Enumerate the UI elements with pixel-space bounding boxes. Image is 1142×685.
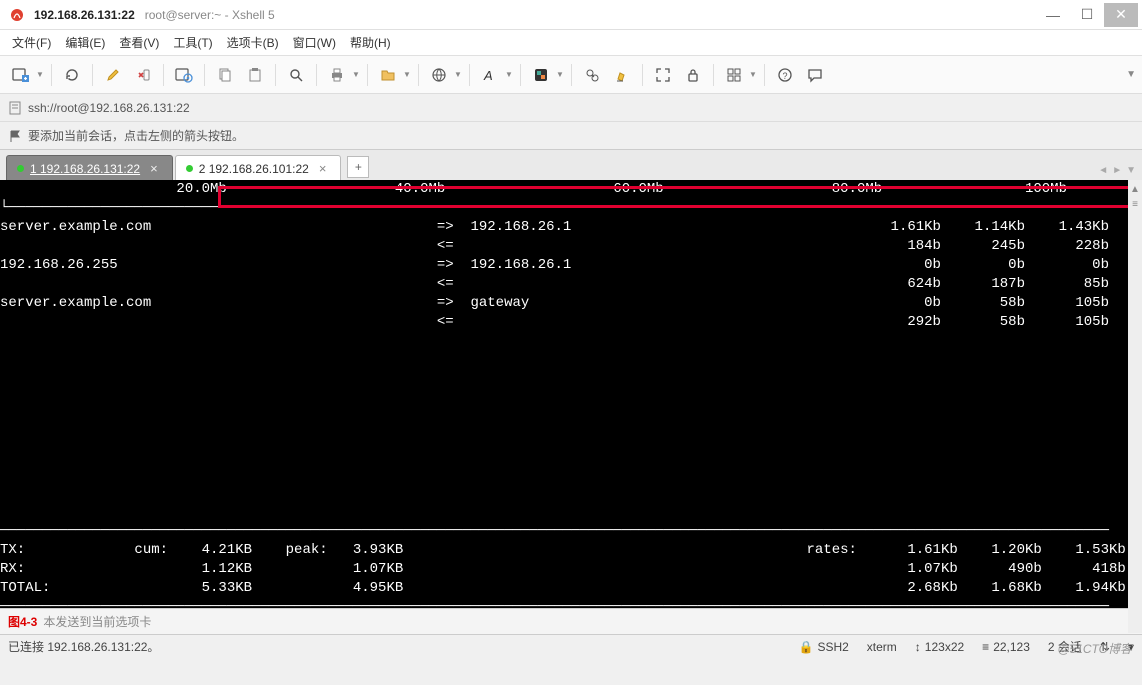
toolbar-separator xyxy=(275,64,276,86)
bookmark-icon[interactable] xyxy=(8,101,22,115)
print-icon[interactable] xyxy=(324,62,350,88)
add-tab-button[interactable]: + xyxy=(347,156,369,178)
menu-edit[interactable]: 编辑(E) xyxy=(65,34,105,51)
status-bar: 已连接 192.168.26.131:22。 🔒SSH2 xterm ↕123x… xyxy=(0,634,1142,658)
tab-close-icon[interactable]: × xyxy=(319,161,327,176)
toolbar-separator xyxy=(418,64,419,86)
dropdown-icon[interactable]: ▼ xyxy=(454,70,462,79)
folder-icon[interactable] xyxy=(375,62,401,88)
dropdown-icon[interactable]: ▼ xyxy=(36,70,44,79)
menu-bar: 文件(F) 编辑(E) 查看(V) 工具(T) 选项卡(B) 窗口(W) 帮助(… xyxy=(0,30,1142,56)
menu-tools[interactable]: 工具(T) xyxy=(173,34,212,51)
toolbar-separator xyxy=(163,64,164,86)
address-bar: ssh://root@192.168.26.131:22 xyxy=(0,94,1142,122)
figure-label: 图4-3 xyxy=(8,613,37,630)
menu-tabs[interactable]: 选项卡(B) xyxy=(227,34,279,51)
toolbar-separator xyxy=(469,64,470,86)
globe-icon[interactable] xyxy=(426,62,452,88)
menu-help[interactable]: 帮助(H) xyxy=(350,34,391,51)
panel-menu-icon[interactable]: ≡ xyxy=(1132,199,1138,210)
dropdown-icon[interactable]: ▼ xyxy=(749,70,757,79)
edit-icon[interactable] xyxy=(100,62,126,88)
new-session-icon[interactable] xyxy=(8,62,34,88)
status-dot-icon xyxy=(186,165,193,172)
lock-small-icon: 🔒 xyxy=(798,640,813,654)
dropdown-icon[interactable]: ▼ xyxy=(556,70,564,79)
chat-icon[interactable] xyxy=(802,62,828,88)
svg-text:?: ? xyxy=(783,71,788,81)
flag-icon xyxy=(8,129,22,143)
panel-up-icon[interactable]: ▲ xyxy=(1130,184,1140,195)
menu-view[interactable]: 查看(V) xyxy=(119,34,159,51)
toolbar-separator xyxy=(642,64,643,86)
toolbar-separator xyxy=(51,64,52,86)
dropdown-icon[interactable]: ▼ xyxy=(352,70,360,79)
highlight-icon[interactable] xyxy=(609,62,635,88)
status-connected: 已连接 192.168.26.131:22。 xyxy=(8,638,159,655)
paste-icon[interactable] xyxy=(242,62,268,88)
maximize-button[interactable]: ☐ xyxy=(1070,3,1104,27)
close-button[interactable]: ✕ xyxy=(1104,3,1138,27)
tab-prev-icon[interactable]: ◄ xyxy=(1098,165,1108,176)
tab-close-icon[interactable]: × xyxy=(150,161,158,176)
properties-icon[interactable] xyxy=(171,62,197,88)
window-title: 192.168.26.131:22 xyxy=(34,8,135,22)
menu-small-icon: ≡ xyxy=(982,640,989,654)
session-tabstrip: 1 192.168.26.131:22 × 2 192.168.26.101:2… xyxy=(0,150,1142,180)
toolbar-separator xyxy=(713,64,714,86)
toolbar-separator xyxy=(316,64,317,86)
toolbar-separator xyxy=(367,64,368,86)
toolbar-separator xyxy=(520,64,521,86)
svg-text:A: A xyxy=(483,68,493,83)
tab-list-icon[interactable]: ▼ xyxy=(1126,165,1136,176)
color-scheme-icon[interactable] xyxy=(528,62,554,88)
hint-bar: 要添加当前会话，点击左侧的箭头按钮。 xyxy=(0,122,1142,150)
menu-window[interactable]: 窗口(W) xyxy=(293,34,336,51)
fullscreen-icon[interactable] xyxy=(650,62,676,88)
collapse-toolbar-icon[interactable]: ▼ xyxy=(1126,69,1136,80)
terminal[interactable]: 20.0Mb 40.0Mb 60.0Mb 80.0Mb 100Mb └─────… xyxy=(0,180,1142,608)
disconnect-icon[interactable] xyxy=(130,62,156,88)
right-side-panel: ▲ ≡ xyxy=(1128,180,1142,633)
toolbar-separator xyxy=(204,64,205,86)
copy-icon[interactable] xyxy=(212,62,238,88)
script-icon[interactable] xyxy=(579,62,605,88)
send-placeholder[interactable]: 本发送到当前选项卡 xyxy=(43,613,151,630)
layout-icon[interactable] xyxy=(721,62,747,88)
session-tab-label: 2 192.168.26.101:22 xyxy=(199,162,309,176)
address-text[interactable]: ssh://root@192.168.26.131:22 xyxy=(28,101,190,115)
terminal-area: 20.0Mb 40.0Mb 60.0Mb 80.0Mb 100Mb └─────… xyxy=(0,180,1142,608)
dropdown-icon[interactable]: ▼ xyxy=(505,70,513,79)
toolbar-separator xyxy=(92,64,93,86)
minimize-button[interactable]: — xyxy=(1036,3,1070,27)
send-bar: 图4-3 本发送到当前选项卡 xyxy=(0,608,1142,634)
app-icon xyxy=(8,6,26,24)
session-tab-2[interactable]: 2 192.168.26.101:22 × xyxy=(175,155,342,181)
session-tab-label: 1 192.168.26.131:22 xyxy=(30,162,140,176)
toolbar-separator xyxy=(571,64,572,86)
menu-file[interactable]: 文件(F) xyxy=(12,34,51,51)
status-termtype: xterm xyxy=(867,640,897,654)
status-dot-icon xyxy=(17,165,24,172)
dropdown-icon[interactable]: ▼ xyxy=(403,70,411,79)
window-controls: — ☐ ✕ xyxy=(1036,3,1138,27)
window-titlebar: 192.168.26.131:22 root@server:~ - Xshell… xyxy=(0,0,1142,30)
status-bytes: ≡22,123 xyxy=(982,640,1030,654)
toolbar-separator xyxy=(764,64,765,86)
status-protocol: 🔒SSH2 xyxy=(798,640,848,654)
watermark: @51CTO博客 xyxy=(1057,640,1132,657)
tab-next-icon[interactable]: ► xyxy=(1112,165,1122,176)
resize-icon: ↕ xyxy=(915,640,921,654)
hint-text: 要添加当前会话，点击左侧的箭头按钮。 xyxy=(28,127,244,144)
session-tab-1[interactable]: 1 192.168.26.131:22 × xyxy=(6,155,173,181)
lock-icon[interactable] xyxy=(680,62,706,88)
status-size: ↕123x22 xyxy=(915,640,964,654)
help-icon[interactable]: ? xyxy=(772,62,798,88)
reconnect-icon[interactable] xyxy=(59,62,85,88)
toolbar: ▼ ▼ ▼ ▼ A ▼ ▼ ▼ ? ▼ xyxy=(0,56,1142,94)
font-icon[interactable]: A xyxy=(477,62,503,88)
search-icon[interactable] xyxy=(283,62,309,88)
window-subtitle: root@server:~ - Xshell 5 xyxy=(145,8,275,22)
tab-navigation: ◄ ► ▼ xyxy=(1098,165,1136,176)
